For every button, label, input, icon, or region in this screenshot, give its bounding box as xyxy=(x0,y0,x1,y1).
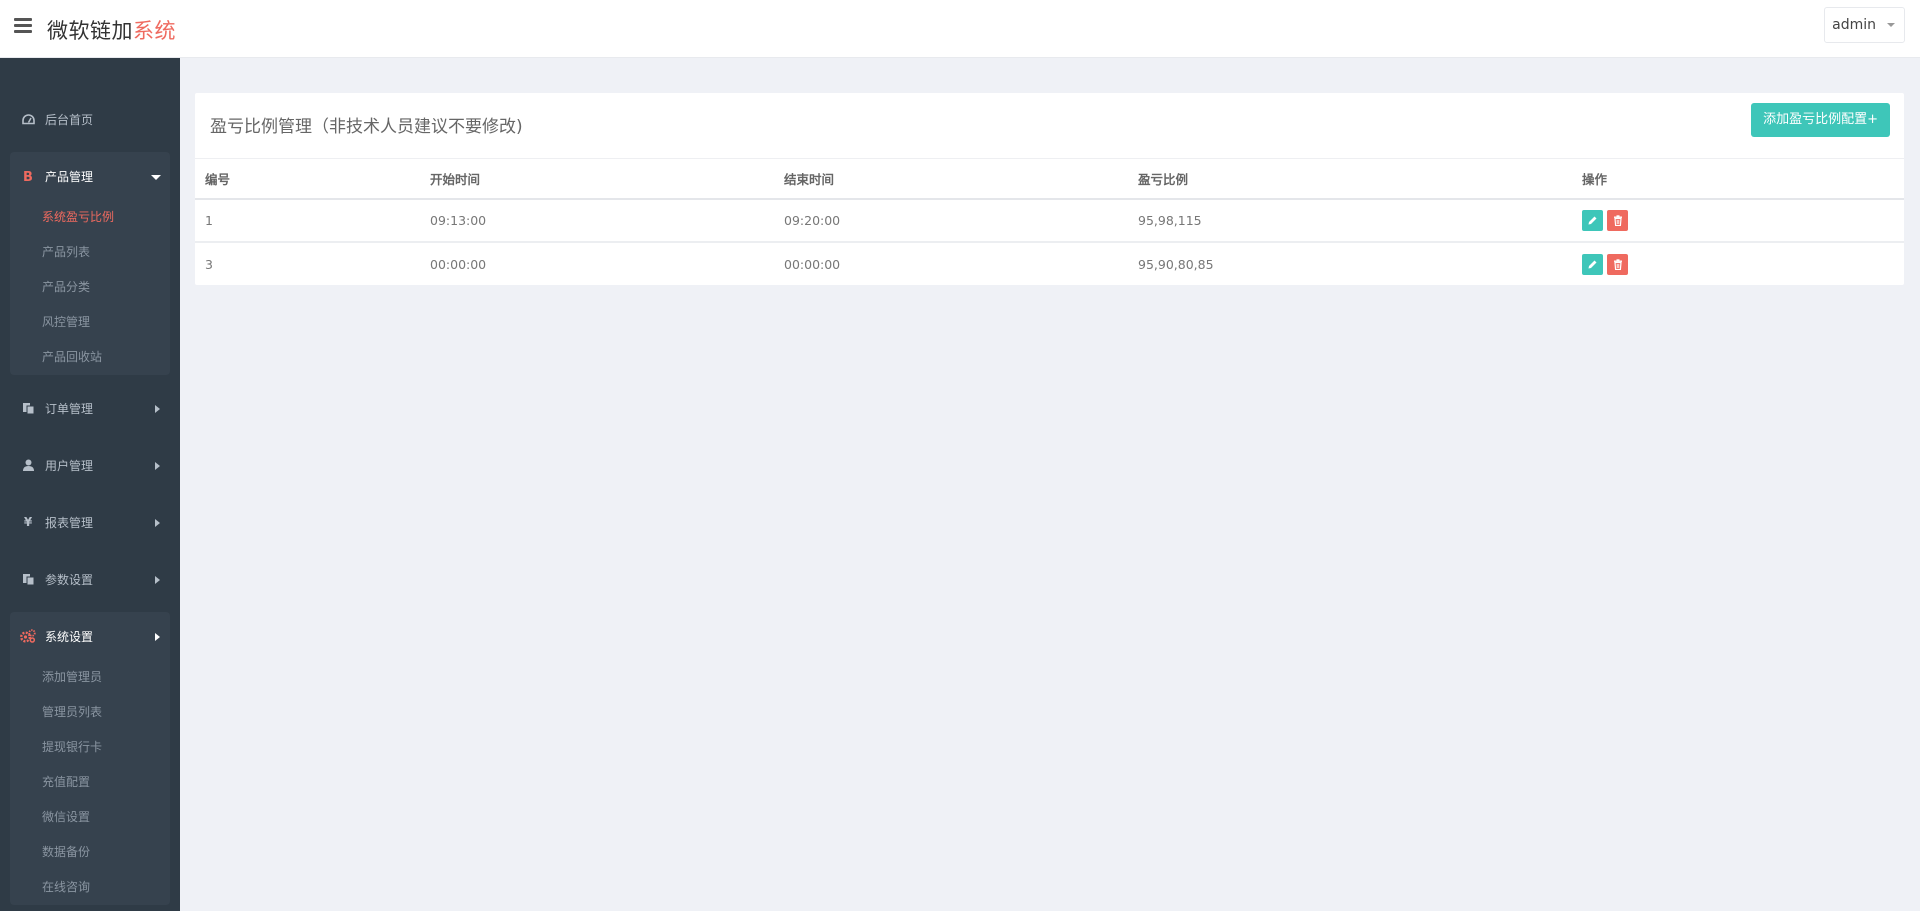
profit-ratio-panel: 盈亏比例管理（非技术人员建议不要修改) 添加盈亏比例配置+ 编号 开始时间 结束… xyxy=(195,93,1904,285)
caret-right-icon xyxy=(155,462,160,470)
hamburger-menu-icon[interactable] xyxy=(14,18,32,34)
sidebar-subitem-online-consult[interactable]: 在线咨询 xyxy=(10,870,170,905)
pencil-icon xyxy=(1588,260,1597,268)
dashboard-icon xyxy=(20,111,36,127)
yen-icon: ¥ xyxy=(23,515,33,529)
sidebar-item-parameters[interactable]: 参数设置 xyxy=(10,555,170,603)
cell-actions xyxy=(1572,199,1904,243)
caret-down-icon xyxy=(1887,23,1895,27)
table-header-row: 编号 开始时间 结束时间 盈亏比例 操作 xyxy=(195,159,1904,200)
sidebar-subitem-add-admin[interactable]: 添加管理员 xyxy=(10,660,170,695)
sidebar-subitem-wechat-settings[interactable]: 微信设置 xyxy=(10,800,170,835)
sidebar-item-label: 产品管理 xyxy=(45,169,94,184)
caret-right-icon xyxy=(155,519,160,527)
brand-title: 微软链加系统 xyxy=(47,15,176,45)
sidebar-item-label: 参数设置 xyxy=(45,572,94,587)
sidebar-subitem-product-category[interactable]: 产品分类 xyxy=(10,270,170,305)
sidebar-item-label: 用户管理 xyxy=(45,458,94,473)
add-profit-ratio-button[interactable]: 添加盈亏比例配置+ xyxy=(1751,103,1890,137)
sidebar-subitem-risk-control[interactable]: 风控管理 xyxy=(10,305,170,340)
sidebar-subitem-withdraw-card[interactable]: 提现银行卡 xyxy=(10,730,170,765)
bitcoin-icon: B xyxy=(20,168,36,184)
cell-end-time: 00:00:00 xyxy=(784,256,841,272)
caret-right-icon xyxy=(155,576,160,584)
column-header-ratio: 盈亏比例 xyxy=(1128,159,1572,200)
sidebar-item-system-settings[interactable]: 系统设置 xyxy=(10,612,170,660)
sidebar-subitem-product-list[interactable]: 产品列表 xyxy=(10,235,170,270)
caret-right-icon xyxy=(155,405,160,413)
caret-down-icon xyxy=(151,175,161,180)
sidebar-subitem-admin-list[interactable]: 管理员列表 xyxy=(10,695,170,730)
page-title: 盈亏比例管理（非技术人员建议不要修改) xyxy=(210,117,523,137)
trash-icon xyxy=(1613,215,1622,226)
delete-button[interactable] xyxy=(1607,210,1628,231)
cell-start-time: 00:00:00 xyxy=(430,256,487,272)
top-header: 微软链加系统 admin xyxy=(0,0,1920,58)
delete-button[interactable] xyxy=(1607,253,1628,275)
sidebar-item-products[interactable]: B 产品管理 xyxy=(10,152,170,200)
brand-accent: 系统 xyxy=(133,19,176,43)
sidebar-subitem-recycle-bin[interactable]: 产品回收站 xyxy=(10,340,170,375)
sidebar-subitem-recharge-config[interactable]: 充值配置 xyxy=(10,765,170,800)
copy-icon xyxy=(20,400,36,416)
column-header-start-time: 开始时间 xyxy=(420,159,774,200)
sidebar-subitem-data-backup[interactable]: 数据备份 xyxy=(10,835,170,870)
cell-id: 3 xyxy=(205,256,213,272)
table-row: 1 09:13:00 09:20:00 95,98,115 xyxy=(195,199,1904,243)
edit-button[interactable] xyxy=(1582,210,1603,231)
copy-icon xyxy=(20,571,36,587)
caret-right-icon xyxy=(155,633,160,641)
sidebar-group-system: 系统设置 添加管理员 管理员列表 提现银行卡 充值配置 微信设置 数据备份 在线… xyxy=(10,612,170,905)
sidebar-item-label: 后台首页 xyxy=(45,112,94,127)
profit-ratio-table: 编号 开始时间 结束时间 盈亏比例 操作 1 09:13:00 09:20:00… xyxy=(195,159,1904,285)
gears-icon xyxy=(20,628,36,644)
pencil-icon xyxy=(1588,216,1597,225)
cell-end-time: 09:20:00 xyxy=(774,199,1128,243)
column-header-id: 编号 xyxy=(195,159,420,200)
table-row: 3 00:00:00 00:00:00 95,90,80,85 xyxy=(195,242,1904,285)
edit-button[interactable] xyxy=(1582,253,1603,275)
cell-ratio: 95,90,80,85 xyxy=(1138,256,1214,272)
user-name: admin xyxy=(1832,17,1876,33)
svg-text:B: B xyxy=(23,170,33,183)
cell-ratio: 95,98,115 xyxy=(1128,199,1572,243)
column-header-end-time: 结束时间 xyxy=(774,159,1128,200)
cell-actions xyxy=(1572,242,1904,285)
sidebar-item-home[interactable]: 后台首页 xyxy=(10,95,170,143)
cell-id: 1 xyxy=(195,199,420,243)
brand-main: 微软链加 xyxy=(47,19,133,43)
user-dropdown[interactable]: admin xyxy=(1824,7,1905,43)
sidebar-group-products: B 产品管理 系统盈亏比例 产品列表 产品分类 风控管理 产品回收站 xyxy=(10,152,170,375)
sidebar-item-users[interactable]: 用户管理 xyxy=(10,441,170,489)
sidebar-item-label: 订单管理 xyxy=(45,401,94,416)
sidebar-item-label: 系统设置 xyxy=(45,629,94,644)
trash-icon xyxy=(1613,258,1622,270)
sidebar-item-label: 报表管理 xyxy=(45,515,94,530)
sidebar: 后台首页 B 产品管理 系统盈亏比例 产品列表 产品分类 风控管理 产品回收站 … xyxy=(0,58,180,911)
cell-start-time: 09:13:00 xyxy=(420,199,774,243)
sidebar-item-orders[interactable]: 订单管理 xyxy=(10,384,170,432)
panel-header: 盈亏比例管理（非技术人员建议不要修改) 添加盈亏比例配置+ xyxy=(195,93,1904,159)
user-icon xyxy=(20,457,36,473)
column-header-actions: 操作 xyxy=(1572,159,1904,200)
sidebar-subitem-profit-ratio[interactable]: 系统盈亏比例 xyxy=(10,200,170,235)
sidebar-item-reports[interactable]: ¥ 报表管理 xyxy=(10,498,170,546)
